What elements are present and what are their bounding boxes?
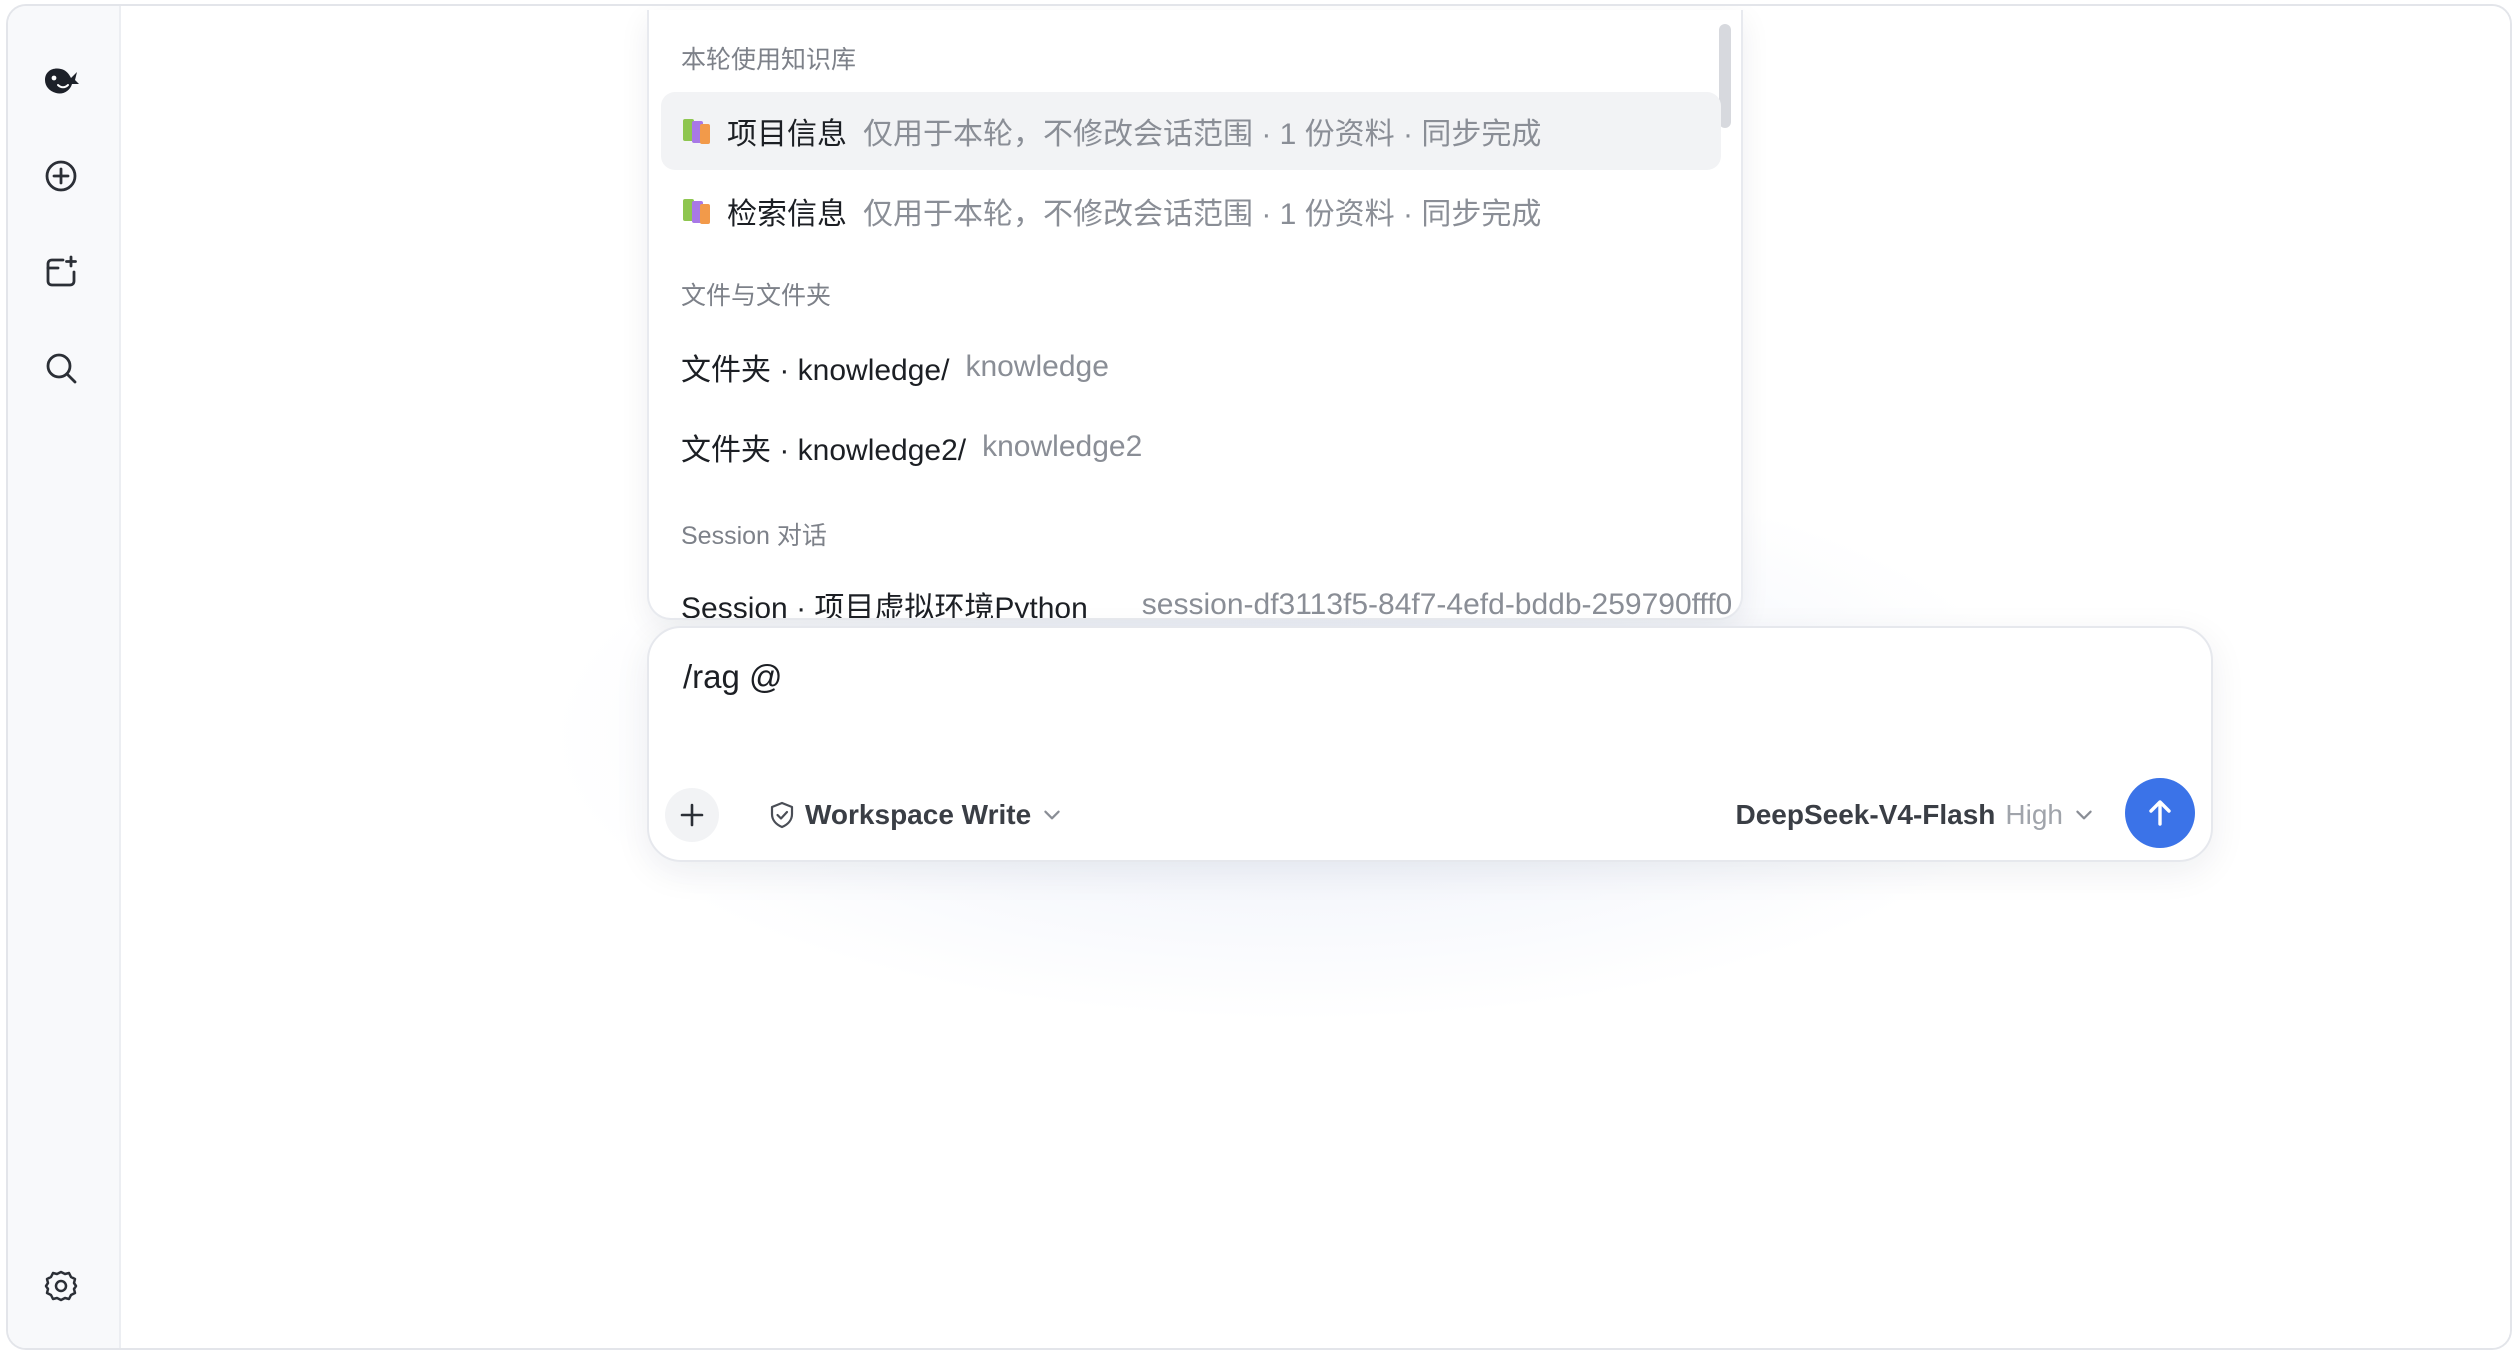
file-item[interactable]: 文件夹 · knowledge/ knowledge (661, 328, 1721, 406)
model-selector[interactable]: DeepSeek-V4-Flash High (1736, 790, 2095, 840)
section-header-files: 文件与文件夹 (681, 282, 832, 310)
search-icon (46, 353, 77, 384)
chat-composer: /rag @ Workspace Write DeepSeek-V4-Flash (647, 626, 2213, 862)
message-input[interactable]: /rag @ (683, 658, 783, 696)
section-header-knowledge: 本轮使用知识库 (681, 46, 857, 74)
new-folder-button[interactable] (31, 242, 91, 302)
knowledge-item-desc: 仅用于本轮，不修改会话范围 · 1 份资料 · 同步完成 (863, 118, 1542, 151)
main-area: 本轮使用知识库 项目信息 仅用于本轮，不修改会话范围 · 1 份资料 · 同步完… (121, 6, 2510, 1348)
session-item-title: Session · 项目虚拟环境Python (681, 592, 1088, 620)
knowledge-item-desc: 仅用于本轮，不修改会话范围 · 1 份资料 · 同步完成 (863, 198, 1542, 231)
gear-icon (44, 1270, 78, 1302)
plus-circle-icon (45, 160, 77, 192)
search-button[interactable] (31, 338, 91, 398)
folder-plus-icon (46, 255, 77, 287)
session-item[interactable]: Session · 项目虚拟环境Python session-df3113f5-… (661, 566, 1732, 620)
send-button[interactable] (2125, 778, 2195, 848)
model-name: DeepSeek-V4-Flash (1735, 799, 1996, 830)
books-icon (681, 116, 711, 146)
plus-icon (680, 803, 704, 827)
books-icon (681, 196, 711, 226)
file-item-title: 文件夹 · knowledge2/ (681, 434, 967, 467)
mention-popup: 本轮使用知识库 项目信息 仅用于本轮，不修改会话范围 · 1 份资料 · 同步完… (647, 10, 1743, 620)
permission-selector[interactable]: Workspace Write (767, 790, 1063, 840)
session-item-desc: session-df3113f5-84f7-4efd-bddb-259790ff… (1141, 588, 1733, 620)
file-item-desc: knowledge2 (982, 430, 1143, 463)
file-item[interactable]: 文件夹 · knowledge2/ knowledge2 (661, 408, 1721, 486)
chevron-down-icon (2076, 810, 2092, 820)
knowledge-item-title: 项目信息 (727, 118, 847, 151)
whale-logo-icon[interactable] (31, 50, 91, 110)
chevron-down-icon (1044, 810, 1060, 820)
sidebar (8, 6, 121, 1348)
file-item-desc: knowledge (965, 350, 1109, 383)
settings-button[interactable] (31, 1256, 91, 1316)
new-chat-button[interactable] (31, 146, 91, 206)
attach-button[interactable] (665, 788, 719, 842)
permission-label: Workspace Write (805, 799, 1032, 830)
app-window: 本轮使用知识库 项目信息 仅用于本轮，不修改会话范围 · 1 份资料 · 同步完… (6, 4, 2512, 1350)
model-level: High (2005, 799, 2063, 830)
shield-check-icon (770, 801, 794, 829)
knowledge-item[interactable]: 项目信息 仅用于本轮，不修改会话范围 · 1 份资料 · 同步完成 (661, 92, 1721, 170)
knowledge-item-title: 检索信息 (727, 198, 847, 231)
arrow-up-icon (2149, 800, 2171, 826)
section-header-sessions: Session 对话 (681, 522, 827, 550)
knowledge-item[interactable]: 检索信息 仅用于本轮，不修改会话范围 · 1 份资料 · 同步完成 (661, 172, 1721, 250)
file-item-title: 文件夹 · knowledge/ (681, 354, 950, 387)
